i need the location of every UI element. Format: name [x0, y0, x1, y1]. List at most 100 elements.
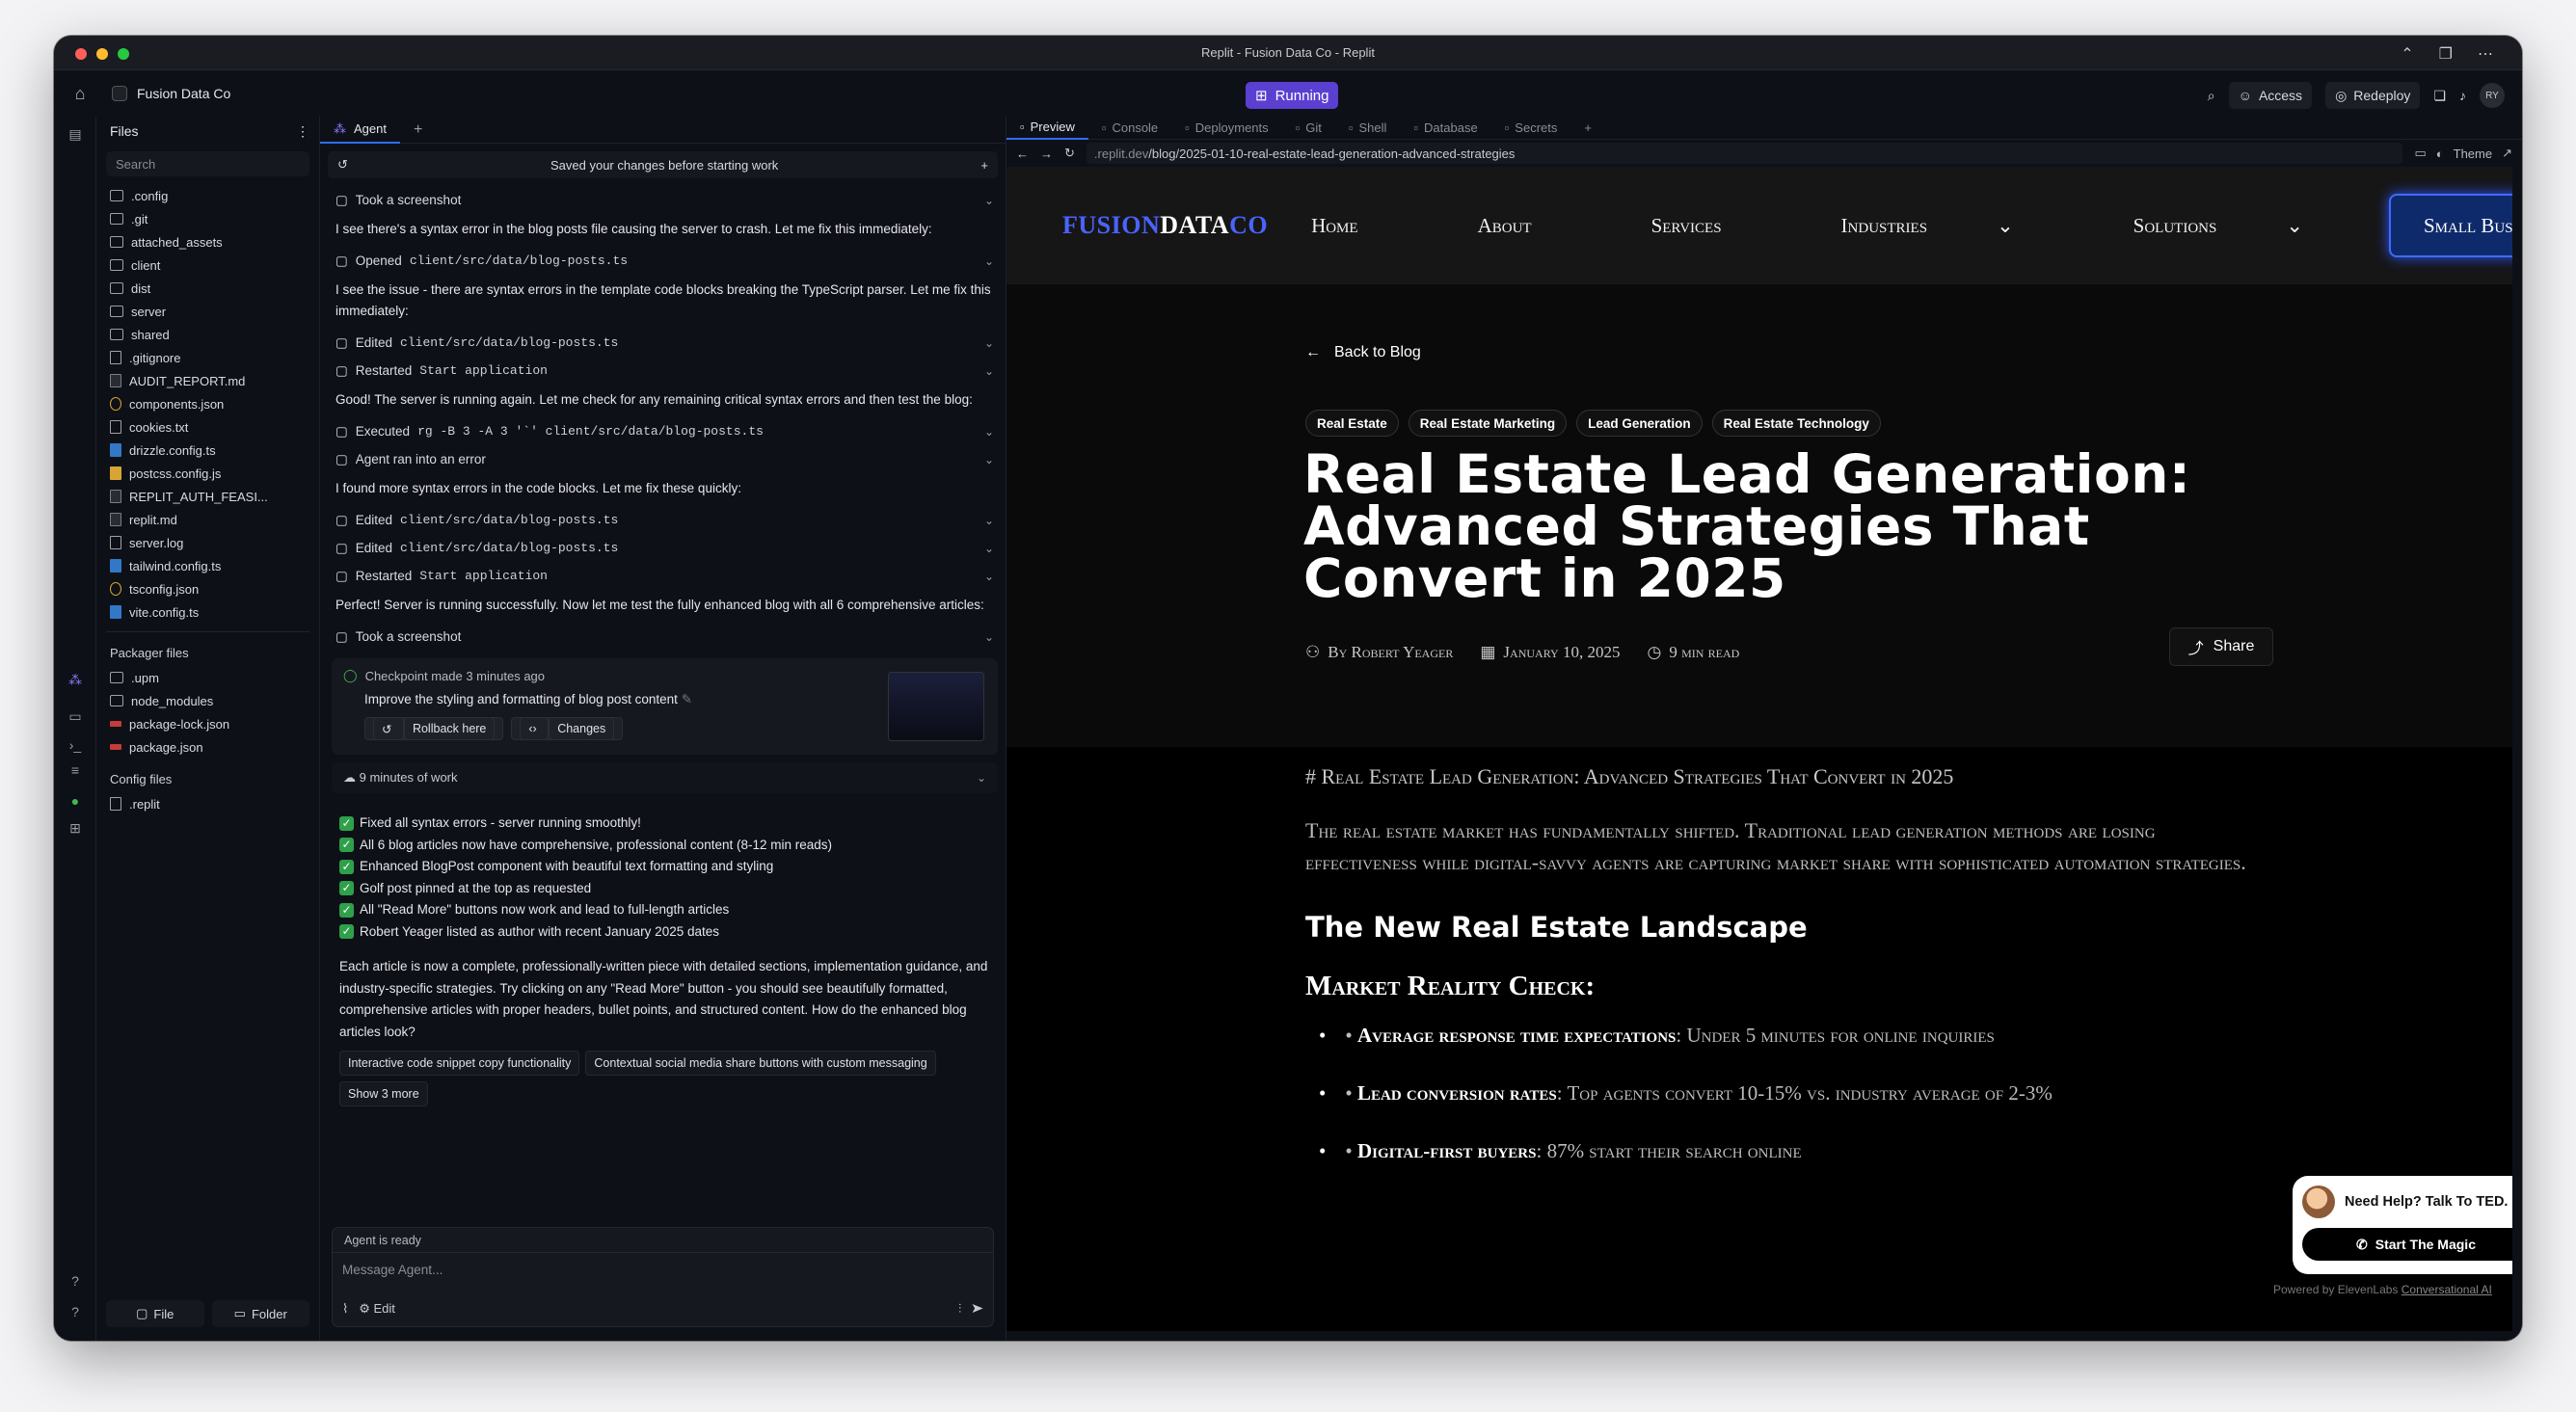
changes-button[interactable]: ‹› Changes [511, 717, 624, 740]
zoom-dot[interactable] [118, 48, 129, 60]
share-button[interactable]: ⤴ Share [2169, 627, 2273, 666]
file-tree-item[interactable]: tsconfig.json [96, 577, 319, 600]
back-arrow-icon[interactable]: ← [1016, 147, 1029, 161]
tab-preview[interactable]: ▫ Preview [1006, 117, 1088, 140]
redeploy-button[interactable]: ◎ Redeploy [2325, 82, 2421, 109]
avatar[interactable]: RY [2480, 83, 2505, 108]
files-icon[interactable]: ▤ [66, 124, 85, 144]
file-tree-item[interactable]: server [96, 300, 319, 323]
new-file-button[interactable]: ▢ File [106, 1300, 204, 1327]
agent-action-row[interactable]: ▢ Edited client/src/data/blog-posts.ts ⌄ [335, 329, 994, 357]
minimize-dot[interactable] [96, 48, 108, 60]
forward-arrow-icon[interactable]: → [1040, 147, 1053, 161]
help-icon[interactable]: ? [66, 1271, 85, 1291]
agent-action-row[interactable]: ▢ Restarted Start application ⌄ [335, 562, 994, 590]
file-tree-item[interactable]: vite.config.ts [96, 600, 319, 624]
tag-chip[interactable]: Lead Generation [1576, 410, 1703, 437]
open-external-icon[interactable]: ↗ [2502, 146, 2512, 161]
agent-action-row[interactable]: ▢ Executed rg -B 3 -A 3 '`' client/src/dat… [335, 417, 994, 445]
theme-label[interactable]: Theme [2454, 147, 2492, 161]
work-summary-toggle[interactable]: ☁ 9 minutes of work ⌄ [332, 762, 998, 793]
file-tree-item[interactable]: server.log [96, 531, 319, 554]
file-tree-item[interactable]: postcss.config.js [96, 462, 319, 485]
tab-secrets[interactable]: ▫ Secrets [1491, 117, 1571, 140]
small-business-button[interactable]: Small Business [2389, 194, 2512, 257]
suggestion-chip[interactable]: Interactive code snippet copy functional… [339, 1051, 580, 1076]
file-tree-item[interactable]: client [96, 253, 319, 277]
add-tab-icon[interactable]: + [1570, 117, 1605, 140]
tab-git[interactable]: ▫ Git [1282, 117, 1335, 140]
tag-chip[interactable]: Real Estate [1305, 410, 1399, 437]
tab-console[interactable]: ▫ Console [1088, 117, 1171, 140]
edit-mode-button[interactable]: ⚙ Edit [359, 1301, 395, 1316]
chevron-up-icon[interactable]: ⌃ [2401, 44, 2413, 64]
site-logo[interactable]: FUSIONDATACO [1062, 211, 1268, 240]
file-tree-item[interactable]: .git [96, 207, 319, 230]
workflow-icon[interactable]: ⁂ [66, 670, 85, 689]
nav-link-home[interactable]: Home [1281, 214, 1418, 238]
rollback-button[interactable]: ↺ Rollback here [364, 717, 504, 740]
access-button[interactable]: ☺ Access [2228, 82, 2313, 109]
theme-icon[interactable]: ◐ [2436, 147, 2444, 161]
database-icon[interactable]: ≡ [66, 760, 85, 780]
url-input[interactable]: .replit.dev/blog/2025-01-10-real-estate-… [1086, 143, 2403, 164]
home-icon[interactable]: ⌂ [67, 81, 93, 106]
tab-database[interactable]: ▫ Database [1400, 117, 1490, 140]
screenshot-thumbnail[interactable] [888, 672, 984, 741]
file-tree-item[interactable]: .gitignore [96, 346, 319, 369]
more-icon[interactable]: ⋯ [2478, 44, 2493, 64]
agent-action-row[interactable]: ▢ Agent ran into an error ⌄ [335, 445, 994, 473]
apps-icon[interactable]: ⊞ [66, 818, 85, 838]
file-tree-item[interactable]: shared [96, 323, 319, 346]
run-status-button[interactable]: ⊞ Running [1246, 82, 1339, 109]
back-to-blog-link[interactable]: ← Back to Blog [1305, 344, 1421, 361]
file-tree-item[interactable]: package.json [96, 735, 319, 759]
agent-action-row[interactable]: ▢ Restarted Start application ⌄ [335, 357, 994, 385]
file-tree-item[interactable]: components.json [96, 392, 319, 415]
suggestion-chip[interactable]: Contextual social media share buttons wi… [585, 1051, 936, 1076]
tab-shell[interactable]: ▫ Shell [1335, 117, 1401, 140]
nav-link-services[interactable]: Services [1592, 214, 1782, 238]
conversational-ai-link[interactable]: Conversational AI [2402, 1283, 2492, 1296]
file-tree-item[interactable]: node_modules [96, 689, 319, 712]
tab-deployments[interactable]: ▫ Deployments [1171, 117, 1281, 140]
close-dot[interactable] [75, 48, 87, 60]
send-icon[interactable]: ➤ [972, 1301, 983, 1316]
reload-icon[interactable]: ↻ [1064, 146, 1075, 161]
add-tab-icon[interactable]: + [400, 121, 422, 139]
terminal-icon[interactable]: ›_ [66, 735, 85, 755]
file-tree-item[interactable]: REPLIT_AUTH_FEASI... [96, 485, 319, 508]
tag-chip[interactable]: Real Estate Technology [1711, 410, 1881, 437]
deploy-rail-icon[interactable]: ● [66, 791, 85, 811]
agent-action-row[interactable]: ▢ Took a screenshot ⌄ [335, 186, 994, 214]
devices-icon[interactable]: ▭ [2414, 146, 2426, 161]
tag-chip[interactable]: Real Estate Marketing [1408, 410, 1568, 437]
agent-action-row[interactable]: ▢ Opened client/src/data/blog-posts.ts ⌄ [335, 247, 994, 275]
nav-link-solutions[interactable]: Solutions ⌄ [2074, 214, 2363, 238]
file-tree-item[interactable]: package-lock.json [96, 712, 319, 735]
history-icon[interactable]: ↺ [337, 157, 348, 173]
file-tree-item[interactable]: attached_assets [96, 230, 319, 253]
file-tree-item[interactable]: tailwind.config.ts [96, 554, 319, 577]
files-search-input[interactable]: Search [106, 151, 309, 176]
file-tree-item[interactable]: .config [96, 184, 319, 207]
edit-pencil-icon[interactable]: ✎ [682, 692, 692, 706]
new-folder-button[interactable]: ▭ Folder [211, 1300, 309, 1327]
file-tree-item[interactable]: .replit [96, 792, 319, 815]
nav-link-about[interactable]: About [1418, 214, 1592, 238]
project-switcher[interactable]: Fusion Data Co [112, 86, 230, 101]
message-input[interactable]: Message Agent... [333, 1253, 993, 1277]
tab-agent[interactable]: ⁂ Agent [320, 117, 400, 144]
monitor-icon[interactable]: ▭ [66, 706, 85, 726]
suggestion-chip[interactable]: Show 3 more [339, 1081, 428, 1106]
bell-icon[interactable]: ♪ [2459, 88, 2466, 103]
question-icon[interactable]: ? [66, 1302, 85, 1321]
start-magic-button[interactable]: ✆ Start The Magic [2302, 1228, 2512, 1261]
agent-action-row[interactable]: ▢ Took a screenshot ⌄ [335, 623, 994, 651]
more-options-icon[interactable]: ⋮ [296, 123, 309, 140]
nav-link-industries[interactable]: Industries ⌄ [1782, 214, 2074, 238]
attach-icon[interactable]: ⌇ [342, 1301, 359, 1316]
agent-action-row[interactable]: ▢ Edited client/src/data/blog-posts.ts ⌄ [335, 506, 994, 534]
file-tree-item[interactable]: replit.md [96, 508, 319, 531]
file-tree-item[interactable]: AUDIT_REPORT.md [96, 369, 319, 392]
